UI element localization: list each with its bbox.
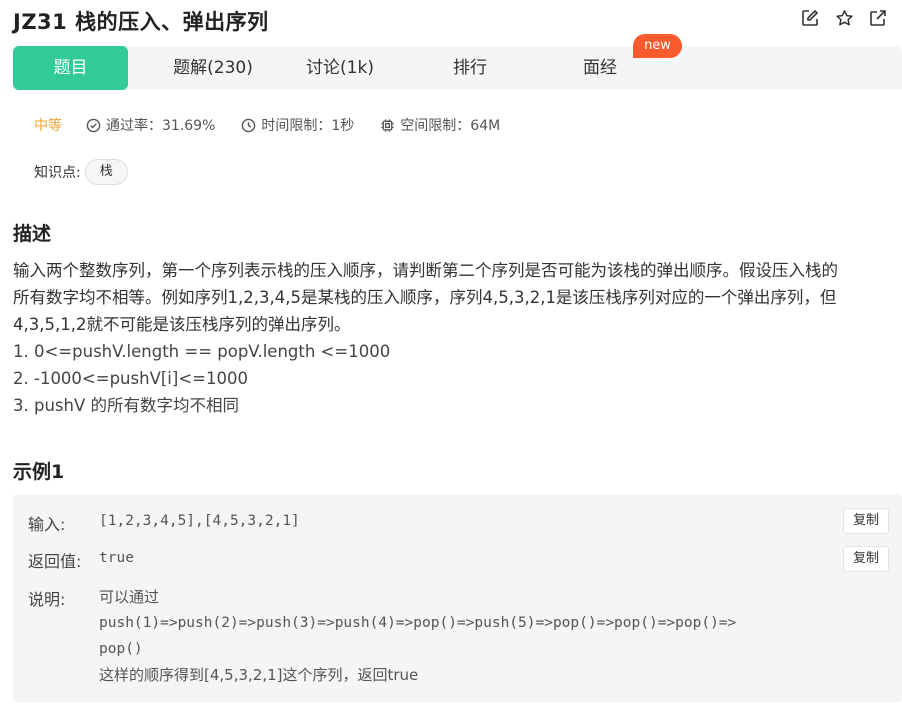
example-title: 示例1: [13, 461, 65, 483]
description-title: 描述: [13, 223, 52, 245]
difficulty-label: 中等: [34, 118, 62, 134]
constraint-line: 2. -1000<=pushV[i]<=1000: [13, 369, 248, 388]
knowledge-label: 知识点:: [34, 165, 81, 181]
star-icon[interactable]: [834, 8, 854, 28]
description-body: 输入两个整数序列，第一个序列表示栈的压入顺序，请判断第二个序列是否可能为该栈的弹…: [13, 257, 893, 419]
pass-rate: 通过率：31.69%: [86, 115, 215, 135]
problem-header: JZ31 栈的压入、弹出序列: [0, 0, 902, 40]
explain-line: push(1)=>push(2)=>push(3)=>push(4)=>pop(…: [99, 615, 737, 631]
tab-discussion[interactable]: 讨论(1k): [275, 46, 405, 90]
clock-icon: [242, 118, 256, 132]
description-line: 输入两个整数序列，第一个序列表示栈的压入顺序，请判断第二个序列是否可能为该栈的弹…: [13, 261, 838, 280]
description-line: 所有数字均不相等。例如序列1,2,3,4,5是某栈的压入顺序，序列4,5,3,2…: [13, 288, 837, 307]
edit-icon[interactable]: [800, 8, 820, 28]
copy-input-button[interactable]: 复制: [843, 508, 889, 534]
external-link-icon[interactable]: [868, 8, 888, 28]
explain-label: 说明:: [28, 590, 66, 609]
time-limit-text: 时间限制：1秒: [261, 118, 355, 134]
explain-line: 可以通过: [99, 588, 160, 606]
knowledge-points: 知识点: 栈: [34, 159, 128, 185]
constraint-line: 3. pushV 的所有数字均不相同: [13, 396, 240, 415]
input-label: 输入:: [28, 515, 66, 534]
problem-title: JZ31 栈的压入、弹出序列: [13, 10, 269, 34]
example-box: 输入: [1,2,3,4,5],[4,5,3,2,1] 复制 返回值: true…: [13, 494, 902, 702]
tab-problem[interactable]: 题目: [13, 46, 128, 90]
input-value: [1,2,3,4,5],[4,5,3,2,1]: [99, 513, 300, 529]
description-line: 4,3,5,1,2就不可能是该压栈序列的弹出序列。: [13, 315, 351, 334]
output-value: true: [99, 550, 134, 566]
header-actions: [800, 8, 888, 28]
constraint-line: 1. 0<=pushV.length == popV.length <=1000: [13, 342, 391, 361]
explain-line: 这样的顺序得到[4,5,3,2,1]这个序列，返回true: [99, 666, 419, 684]
tab-solutions[interactable]: 题解(230): [151, 46, 275, 90]
chip-icon: [381, 118, 394, 132]
time-limit: 时间限制：1秒: [241, 115, 354, 135]
check-circle-icon: [86, 118, 101, 132]
space-limit-text: 空间限制：64M: [400, 118, 501, 134]
output-label: 返回值:: [28, 552, 82, 571]
tab-ranking[interactable]: 排行: [405, 46, 535, 90]
copy-output-button[interactable]: 复制: [843, 546, 889, 572]
pass-rate-text: 通过率：31.69%: [106, 118, 216, 134]
space-limit: 空间限制：64M: [380, 115, 500, 135]
knowledge-tag[interactable]: 栈: [84, 159, 128, 185]
new-badge: new: [633, 34, 682, 58]
problem-meta: 中等 通过率：31.69% 时间限制：1秒 空间限制：64M: [34, 115, 526, 135]
problem-tabs: 题目 题解(230) 讨论(1k) 排行 面经: [13, 46, 902, 90]
explain-line: pop(): [99, 641, 143, 657]
explain-body: 可以通过 push(1)=>push(2)=>push(3)=>push(4)=…: [99, 584, 736, 688]
